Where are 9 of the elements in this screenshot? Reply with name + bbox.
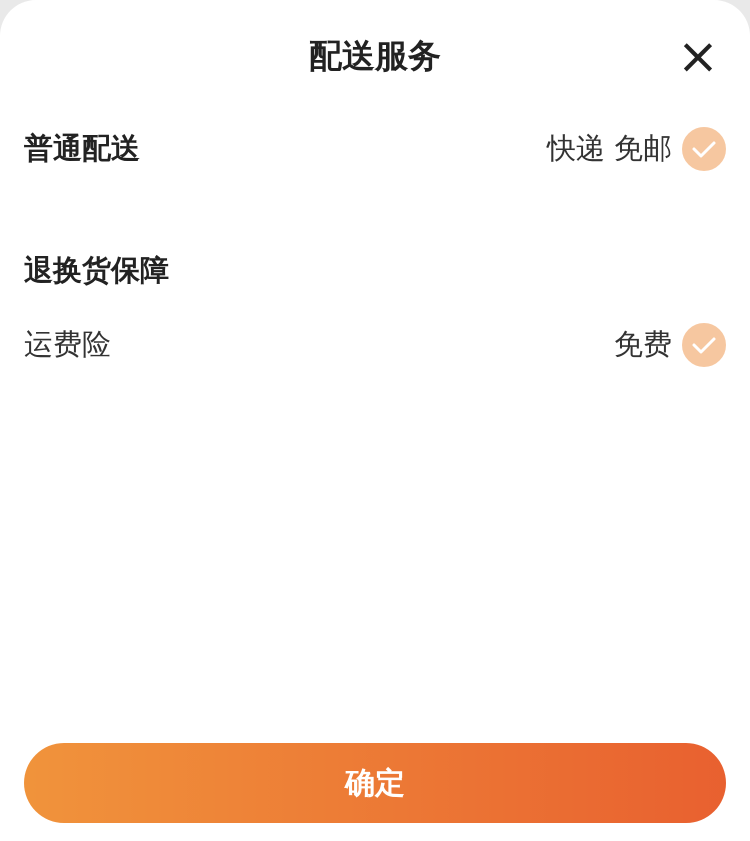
option-label: 普通配送: [24, 130, 140, 167]
section-heading: 退换货保障: [24, 252, 170, 289]
check-icon[interactable]: [682, 323, 726, 367]
option-label: 运费险: [24, 326, 111, 363]
check-icon[interactable]: [682, 127, 726, 171]
option-value: 快递 免邮: [546, 130, 672, 167]
sheet-title: 配送服务: [309, 34, 441, 76]
option-value: 免费: [614, 326, 672, 363]
close-button[interactable]: ×: [674, 32, 722, 80]
